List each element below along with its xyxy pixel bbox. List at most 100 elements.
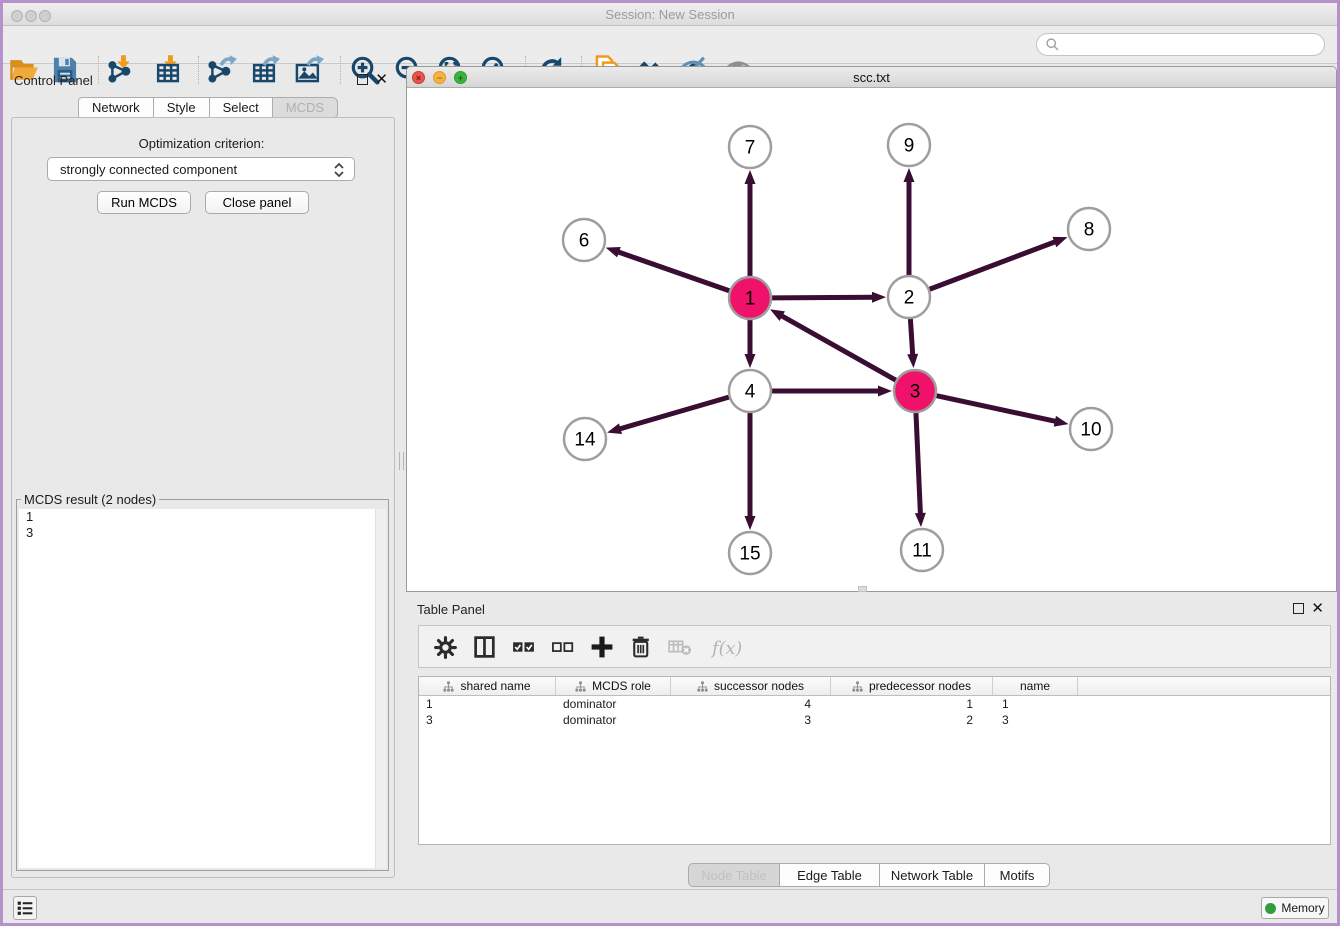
tab-network-table[interactable]: Network Table <box>880 863 985 887</box>
network-canvas[interactable]: 7 9 6 8 1 2 4 3 14 10 15 11 <box>407 88 1336 591</box>
optimization-criterion-label: Optimization criterion: <box>3 136 400 151</box>
graph-node-15[interactable]: 15 <box>729 532 771 574</box>
window-title: Session: New Session <box>3 7 1337 22</box>
graph-node-7[interactable]: 7 <box>729 126 771 168</box>
svg-text:2: 2 <box>904 288 915 309</box>
graph-edge-4-3[interactable] <box>772 386 892 397</box>
svg-text:10: 10 <box>1080 420 1101 441</box>
delete-table-icon <box>667 634 693 660</box>
column-header-name[interactable]: name <box>993 677 1078 695</box>
graph-node-6[interactable]: 6 <box>563 219 605 261</box>
column-header-predecessor-nodes[interactable]: predecessor nodes <box>831 677 993 695</box>
delete-columns-icon[interactable] <box>628 634 654 660</box>
canvas-resize-grip[interactable] <box>858 586 867 592</box>
graph-node-8[interactable]: 8 <box>1068 208 1110 250</box>
graph-edge-1-4[interactable] <box>745 320 756 368</box>
tab-edge-table[interactable]: Edge Table <box>780 863 880 887</box>
memory-label: Memory <box>1281 901 1324 915</box>
network-window-titlebar[interactable]: × − + scc.txt <box>407 67 1336 88</box>
cell-shared-name: 3 <box>419 712 556 728</box>
tab-motifs[interactable]: Motifs <box>985 863 1050 887</box>
svg-text:7: 7 <box>745 138 756 159</box>
svg-text:6: 6 <box>579 231 590 252</box>
graph-node-10[interactable]: 10 <box>1070 408 1112 450</box>
memory-status-icon <box>1265 903 1276 914</box>
mcds-result-title: MCDS result (2 nodes) <box>21 492 159 507</box>
svg-text:15: 15 <box>739 544 760 565</box>
graph-node-4[interactable]: 4 <box>729 370 771 412</box>
table-settings-icon[interactable] <box>433 634 459 660</box>
table-panel: Table Panel ✕ f(x) shared nameMCDS roles… <box>406 595 1337 888</box>
tab-node-table[interactable]: Node Table <box>688 863 780 887</box>
graph-edge-2-9[interactable] <box>904 168 915 275</box>
column-header-MCDS-role[interactable]: MCDS role <box>556 677 671 695</box>
graph-node-2[interactable]: 2 <box>888 276 930 318</box>
run-mcds-button[interactable]: Run MCDS <box>97 191 191 214</box>
column-header-shared-name[interactable]: shared name <box>419 677 556 695</box>
network-view-window: × − + scc.txt 7 9 6 8 1 2 4 3 14 10 15 11 <box>406 66 1337 592</box>
search-input[interactable] <box>1064 38 1316 52</box>
svg-text:f(x): f(x) <box>710 638 742 658</box>
cell-predecessor-nodes: 2 <box>831 712 993 728</box>
table-row-3[interactable]: 3dominator323 <box>419 712 1330 728</box>
unselect-all-columns-icon[interactable] <box>550 634 576 660</box>
table-row-1[interactable]: 1dominator411 <box>419 696 1330 712</box>
control-panel-tabs: NetworkStyleSelectMCDS <box>78 97 338 118</box>
tab-style[interactable]: Style <box>154 97 210 118</box>
cell-name: 3 <box>993 712 1078 728</box>
svg-text:3: 3 <box>910 382 921 403</box>
scrollbar[interactable] <box>375 509 386 868</box>
graph-edge-4-14[interactable] <box>607 397 729 434</box>
memory-button[interactable]: Memory <box>1261 897 1329 919</box>
task-list-button[interactable] <box>13 896 37 920</box>
graph-node-14[interactable]: 14 <box>564 418 606 460</box>
tab-network[interactable]: Network <box>78 97 154 118</box>
table-toolbar: f(x) <box>418 625 1331 668</box>
mcds-result-node: 3 <box>19 525 386 541</box>
control-panel-title: Control Panel <box>14 73 93 88</box>
search-icon <box>1045 37 1060 52</box>
network-graph[interactable]: 7 9 6 8 1 2 4 3 14 10 15 11 <box>407 88 1336 591</box>
panel-divider-grip[interactable] <box>399 452 404 470</box>
cell-MCDS-role: dominator <box>556 712 671 728</box>
graph-edge-2-3[interactable] <box>907 319 918 368</box>
graph-node-1[interactable]: 1 <box>729 277 771 319</box>
function-builder-icon: f(x) <box>706 634 742 660</box>
svg-text:9: 9 <box>904 136 915 157</box>
stepper-icon <box>332 162 346 178</box>
graph-node-3[interactable]: 3 <box>894 370 936 412</box>
graph-edge-3-1[interactable] <box>770 309 896 380</box>
select-all-columns-icon[interactable] <box>511 634 537 660</box>
node-table: shared nameMCDS rolesuccessor nodesprede… <box>418 676 1331 845</box>
tab-mcds[interactable]: MCDS <box>273 97 338 118</box>
graph-edge-2-8[interactable] <box>930 237 1068 289</box>
list-icon <box>14 897 36 919</box>
add-column-icon[interactable] <box>589 634 615 660</box>
tab-select[interactable]: Select <box>210 97 273 118</box>
close-panel-icon[interactable]: ✕ <box>375 74 388 85</box>
graph-edge-3-11[interactable] <box>915 413 926 527</box>
graph-edge-4-15[interactable] <box>745 413 756 530</box>
table-tabs: Node TableEdge TableNetwork TableMotifs <box>688 863 1050 887</box>
column-header-successor-nodes[interactable]: successor nodes <box>671 677 831 695</box>
graph-node-9[interactable]: 9 <box>888 124 930 166</box>
close-panel-icon[interactable]: ✕ <box>1311 603 1324 614</box>
graph-edge-3-10[interactable] <box>937 396 1069 427</box>
svg-text:14: 14 <box>574 430 596 451</box>
graph-edge-1-6[interactable] <box>606 247 730 291</box>
search-box[interactable] <box>1036 33 1325 56</box>
close-panel-button[interactable]: Close panel <box>205 191 309 214</box>
graph-edge-1-7[interactable] <box>745 170 756 276</box>
float-panel-icon[interactable] <box>1293 603 1304 614</box>
graph-edge-1-2[interactable] <box>772 292 886 303</box>
control-panel: Control Panel ✕ NetworkStyleSelectMCDS O… <box>3 66 400 884</box>
mcds-result-box: MCDS result (2 nodes) 13 <box>16 492 389 871</box>
network-view-title: scc.txt <box>407 70 1336 85</box>
optimization-criterion-select[interactable]: strongly connected component <box>47 157 355 181</box>
titlebar: Session: New Session <box>3 3 1337 26</box>
mcds-result-list[interactable]: 13 <box>19 509 386 868</box>
table-header-row: shared nameMCDS rolesuccessor nodesprede… <box>419 677 1330 696</box>
split-panel-icon[interactable] <box>472 634 498 660</box>
graph-node-11[interactable]: 11 <box>901 529 943 571</box>
float-panel-icon[interactable] <box>357 74 368 85</box>
